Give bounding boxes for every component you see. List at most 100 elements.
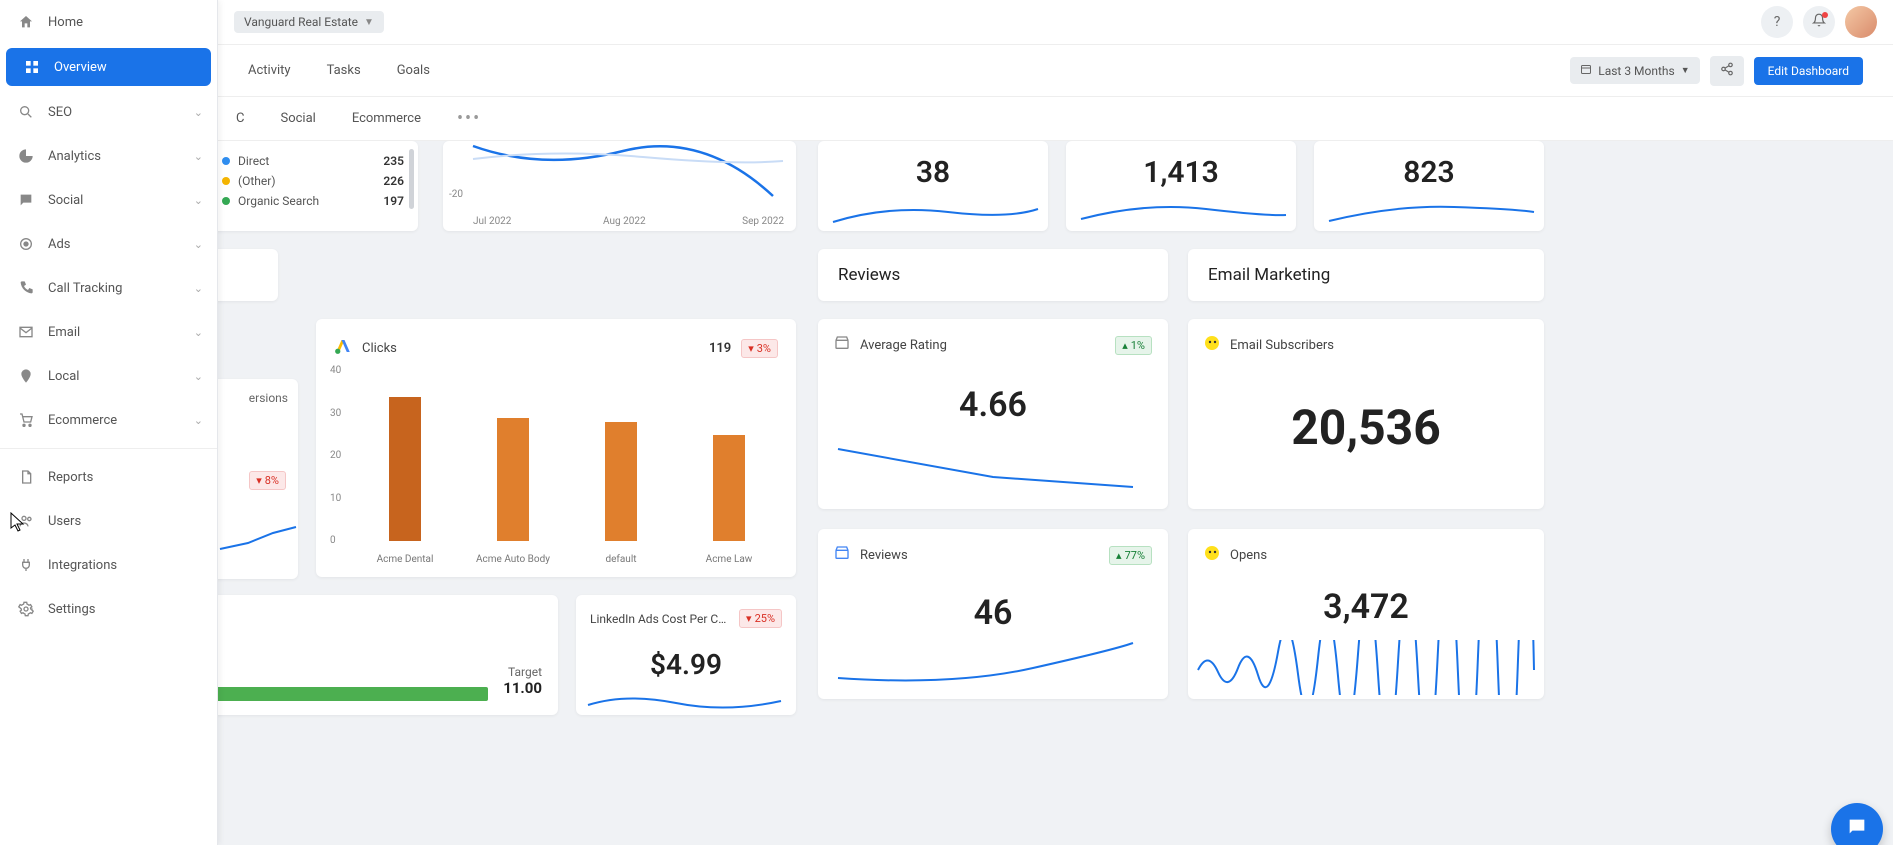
secondary-nav: Activity Tasks Goals Last 3 Months ▼ Edi… [218,45,1893,97]
bar-label: default [575,554,667,565]
chat-icon [16,190,36,210]
reviews-count-card: Reviews ▴77% 46 [818,529,1168,699]
legend-dot [222,197,230,205]
reviews-count-value: 46 [834,593,1152,633]
legend-value: 197 [383,194,404,208]
sidebar-item-label: Analytics [48,149,194,164]
sidebar-item-call-tracking[interactable]: Call Tracking⌄ [0,266,217,310]
edit-dashboard-button[interactable]: Edit Dashboard [1754,57,1863,85]
opens-value: 3,472 [1204,587,1528,627]
doc-icon [16,467,36,487]
share-button[interactable] [1710,56,1744,86]
sidebar-item-label: Local [48,369,194,384]
sidebar-item-label: Integrations [48,558,203,573]
kpi-value: 1,413 [1066,155,1296,190]
bar-label: Acme Law [683,554,775,565]
sidebar-item-users[interactable]: Users [0,499,217,543]
mail-icon [16,322,36,342]
more-tabs-button[interactable]: ••• [457,108,481,129]
sidebar-item-home[interactable]: Home [0,0,217,44]
y-tick: -20 [449,189,463,200]
sidebar-item-label: Ads [48,237,194,252]
google-business-icon [834,335,850,355]
subtab-c[interactable]: C [236,111,244,126]
opens-sparkline [1196,640,1536,695]
conversions-label: ersions [218,391,288,405]
daterange-button[interactable]: Last 3 Months ▼ [1570,57,1699,84]
arrow-up-icon: ▴ [1116,549,1122,562]
client-breadcrumb[interactable]: Vanguard Real Estate ▼ [234,11,384,33]
avatar[interactable] [1845,6,1877,38]
sidebar-item-label: SEO [48,105,194,120]
subscribers-value: 20,536 [1204,399,1528,456]
legend-row: Direct235 [222,151,404,171]
tab-tasks[interactable]: Tasks [327,63,361,78]
x-tick: Sep 2022 [742,216,784,227]
sidebar-item-seo[interactable]: SEO⌄ [0,90,217,134]
sidebar-item-overview[interactable]: Overview [6,48,211,86]
mailchimp-icon [1204,335,1220,355]
sidebar-item-ads[interactable]: Ads⌄ [0,222,217,266]
plug-icon [16,555,36,575]
clicks-card: Clicks 119 ▾3% 403020100Acme DentalAcme … [316,319,796,577]
linkedin-sparkline [586,687,786,711]
legend-label: Organic Search [238,194,383,208]
share-icon [1720,61,1734,80]
kpi-card-2: 1,413 [1066,141,1296,231]
kpi-value: 38 [818,155,1048,190]
opens-title: Opens [1230,548,1267,563]
subtab-social[interactable]: Social [280,111,315,126]
tab-goals[interactable]: Goals [397,63,430,78]
home-icon [16,12,36,32]
y-tick: 40 [330,365,341,376]
sidebar-item-settings[interactable]: Settings [0,587,217,631]
chat-widget-button[interactable] [1831,803,1883,845]
sidebar-item-ecommerce[interactable]: Ecommerce⌄ [0,398,217,442]
sidebar-item-email[interactable]: Email⌄ [0,310,217,354]
sidebar: HomeOverviewSEO⌄Analytics⌄Social⌄Ads⌄Cal… [0,0,218,845]
pie-icon [16,146,36,166]
sidebar-item-social[interactable]: Social⌄ [0,178,217,222]
chevron-down-icon: ⌄ [194,150,203,163]
subtab-ecommerce[interactable]: Ecommerce [352,111,421,126]
kpi-sparkline [1314,197,1544,227]
chevron-down-icon: ⌄ [194,106,203,119]
traffic-legend-card: Direct235(Other)226Organic Search197 [218,141,418,231]
notifications-button[interactable] [1803,6,1835,38]
legend-scrollbar[interactable] [409,149,414,209]
y-tick: 10 [330,493,341,504]
notification-badge [1822,12,1828,18]
search-icon [16,102,36,122]
section-reviews: Reviews [818,249,1168,301]
chevron-down-icon: ⌄ [194,194,203,207]
chevron-down-icon: ⌄ [194,238,203,251]
sidebar-item-local[interactable]: Local⌄ [0,354,217,398]
legend-row: Organic Search197 [222,191,404,211]
avg-rating-title: Average Rating [860,338,947,353]
sidebar-item-analytics[interactable]: Analytics⌄ [0,134,217,178]
legend-dot [222,177,230,185]
sidebar-item-reports[interactable]: Reports [0,455,217,499]
arrow-down-icon: ▾ [256,474,262,487]
tab-activity[interactable]: Activity [248,63,291,78]
bar [713,435,745,541]
trend-line-card: -20 Jul 2022 Aug 2022 Sep 2022 [443,141,796,231]
sidebar-item-label: Social [48,193,194,208]
edit-dashboard-label: Edit Dashboard [1768,64,1849,78]
phone-icon [16,278,36,298]
clipped-card [218,249,278,301]
category-tabs: C Social Ecommerce ••• [218,97,1893,141]
arrow-up-icon: ▴ [1122,339,1128,352]
arrow-down-icon: ▾ [746,612,752,625]
chat-icon [1846,816,1868,842]
sidebar-item-integrations[interactable]: Integrations [0,543,217,587]
avg-rating-value: 4.66 [834,385,1152,425]
help-button[interactable]: ? [1761,6,1793,38]
chevron-down-icon: ▼ [1681,65,1690,76]
sidebar-item-label: Reports [48,470,203,485]
reviews-sparkline [833,638,1153,693]
breadcrumb-label: Vanguard Real Estate [244,15,358,29]
sidebar-item-label: Overview [54,60,197,75]
google-ads-icon [334,337,352,359]
sidebar-item-label: Home [48,15,203,30]
